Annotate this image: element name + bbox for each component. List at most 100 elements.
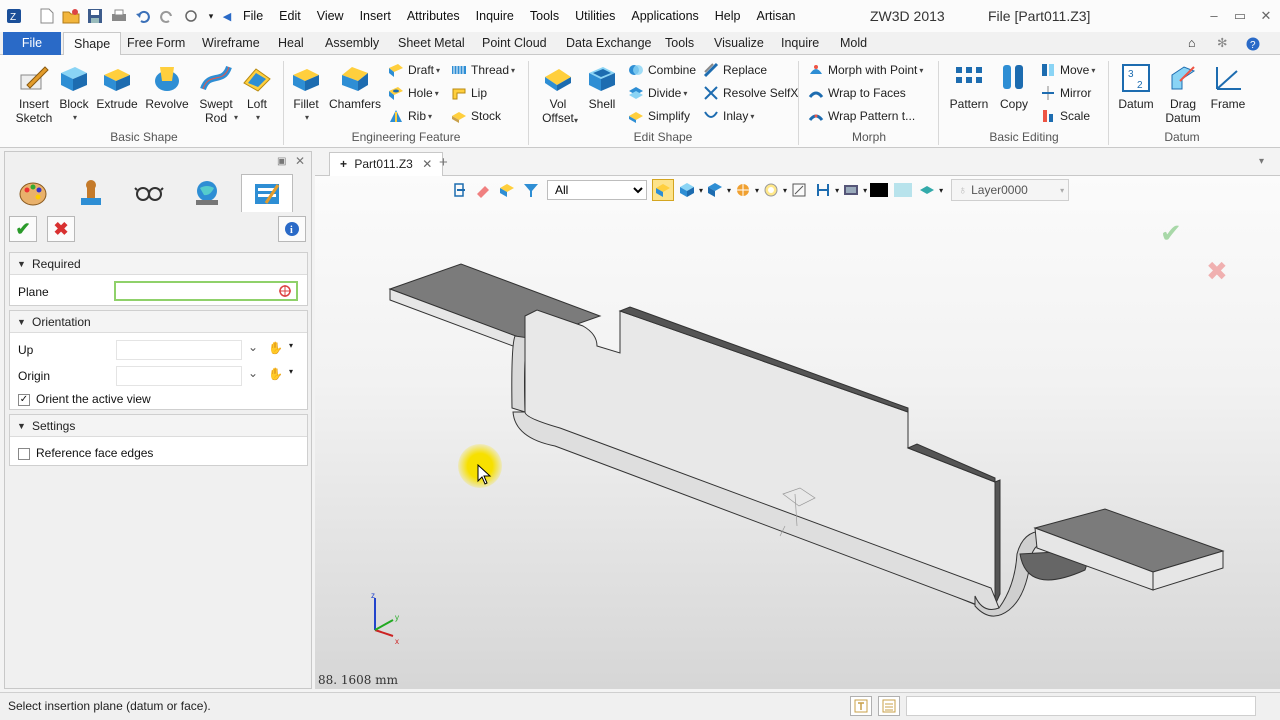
frame-button[interactable]: Frame [1208, 61, 1248, 111]
app-logo-icon[interactable]: Z [5, 7, 23, 25]
inlay-button[interactable]: Inlay ▾ [703, 106, 754, 126]
ok-button[interactable]: ✔ [9, 216, 37, 242]
tab-input-options[interactable] [241, 174, 293, 212]
cancel-button[interactable]: ✖ [47, 216, 75, 242]
tab-point-cloud[interactable]: Point Cloud [472, 32, 557, 55]
simplify-button[interactable]: Simplify [628, 106, 690, 126]
close-icon[interactable]: ✕ [1256, 8, 1276, 24]
menu-file[interactable]: File [235, 0, 271, 32]
replace-button[interactable]: Replace [703, 60, 767, 80]
tab-inquire[interactable]: Inquire [771, 32, 829, 55]
menu-insert[interactable]: Insert [352, 0, 399, 32]
reference-edges-row[interactable]: Reference face edges [18, 446, 153, 460]
pick-icon[interactable] [278, 284, 292, 301]
menu-tools[interactable]: Tools [522, 0, 567, 32]
drag-datum-button[interactable]: Drag Datum [1160, 61, 1206, 125]
style-icon[interactable]: ✻ [1207, 32, 1237, 55]
fillet-button[interactable]: Fillet ▾ [288, 61, 324, 125]
move-button[interactable]: Move ▾ [1040, 60, 1095, 80]
tab-shape[interactable]: Shape [63, 32, 122, 56]
help-icon[interactable]: ? [1236, 32, 1270, 55]
menu-help[interactable]: Help [707, 0, 749, 32]
settings-section-header[interactable]: ▼ Settings [10, 415, 307, 437]
up-input[interactable] [116, 340, 242, 360]
revolve-button[interactable]: Revolve [144, 61, 190, 111]
wrap-pattern-button[interactable]: Wrap Pattern t... [808, 106, 915, 126]
save-icon[interactable] [86, 7, 104, 25]
hole-button[interactable]: Hole ▾ [388, 83, 439, 103]
info-button[interactable]: i [278, 216, 306, 242]
tab-data-exchange[interactable]: Data Exchange [556, 32, 661, 55]
origin-options-chevron-icon[interactable]: ⌄ [248, 366, 258, 380]
rib-button[interactable]: Rib ▾ [388, 106, 432, 126]
lip-button[interactable]: Lip [451, 83, 487, 103]
tab-heal[interactable]: Heal [268, 32, 314, 55]
reference-edges-checkbox[interactable] [18, 447, 30, 460]
print-icon[interactable] [110, 7, 128, 25]
tab-wireframe[interactable]: Wireframe [192, 32, 270, 55]
tab-history[interactable] [65, 174, 117, 212]
morph-with-point-button[interactable]: Morph with Point ▾ [808, 60, 923, 80]
insert-sketch-button[interactable]: Insert Sketch [8, 61, 60, 125]
ribbon-minimize-icon[interactable]: ⌂ [1178, 32, 1206, 55]
new-file-icon[interactable] [38, 7, 56, 25]
status-filter-button[interactable] [850, 696, 872, 716]
tab-tools[interactable]: Tools [655, 32, 704, 55]
part-model[interactable] [315, 176, 1280, 689]
tab-assembly[interactable]: Assembly [315, 32, 389, 55]
new-tab-icon[interactable]: + [439, 154, 448, 171]
repeat-icon[interactable] [182, 7, 200, 25]
status-list-button[interactable] [878, 696, 900, 716]
orient-view-checkbox[interactable]: ✓ [18, 393, 30, 406]
plane-input[interactable] [114, 281, 298, 301]
menu-attributes[interactable]: Attributes [399, 0, 468, 32]
required-section-header[interactable]: ▼ Required [10, 253, 307, 275]
tab-palette[interactable] [7, 174, 59, 212]
menu-utilities[interactable]: Utilities [567, 0, 623, 32]
pattern-button[interactable]: Pattern [946, 61, 992, 111]
origin-dropdown-icon[interactable]: ▾ [289, 367, 293, 376]
draft-button[interactable]: Draft ▾ [388, 60, 440, 80]
block-button[interactable]: Block ▾ [56, 61, 92, 125]
maximize-icon[interactable]: ▭ [1230, 8, 1250, 24]
back-arrow-icon[interactable]: ◀ [222, 7, 232, 25]
open-file-icon[interactable] [62, 7, 80, 25]
menu-artisan[interactable]: Artisan [749, 0, 804, 32]
tab-free-form[interactable]: Free Form [117, 32, 195, 55]
wrap-to-faces-button[interactable]: Wrap to Faces [808, 83, 906, 103]
extrude-button[interactable]: Extrude [96, 61, 138, 111]
redo-icon[interactable] [158, 7, 176, 25]
mirror-button[interactable]: Mirror [1040, 83, 1091, 103]
copy-button[interactable]: Copy [996, 61, 1032, 111]
stock-button[interactable]: Stock [451, 106, 501, 126]
origin-input[interactable] [116, 366, 242, 386]
tab-list-icon[interactable]: ▾ [1259, 156, 1264, 167]
panel-pin-icon[interactable]: ▣ [277, 156, 286, 167]
up-pick-icon[interactable]: ✋ [268, 341, 283, 355]
up-options-chevron-icon[interactable]: ⌄ [248, 340, 258, 354]
command-input[interactable] [906, 696, 1256, 716]
tab-mold[interactable]: Mold [830, 32, 877, 55]
minimize-icon[interactable]: – [1204, 8, 1224, 24]
chamfers-button[interactable]: Chamfers [328, 61, 382, 111]
tab-view[interactable] [123, 174, 175, 212]
shell-button[interactable]: Shell [584, 61, 620, 111]
up-dropdown-icon[interactable]: ▾ [289, 341, 293, 350]
document-tab[interactable]: + Part011.Z3 ✕ [329, 152, 444, 176]
divide-button[interactable]: Divide ▾ [628, 83, 687, 103]
resolve-selfx-button[interactable]: Resolve SelfX [703, 83, 798, 103]
swept-rod-button[interactable]: Swept Rod ▾ [194, 61, 238, 125]
scale-button[interactable]: Scale [1040, 106, 1090, 126]
tab-file[interactable]: File [3, 32, 61, 55]
qat-dropdown-icon[interactable]: ▾ [206, 7, 216, 25]
combine-button[interactable]: Combine [628, 60, 696, 80]
menu-view[interactable]: View [309, 0, 352, 32]
tab-visualize[interactable]: Visualize [704, 32, 774, 55]
thread-button[interactable]: Thread ▾ [451, 60, 515, 80]
menu-inquire[interactable]: Inquire [468, 0, 522, 32]
orientation-section-header[interactable]: ▼ Orientation [10, 311, 307, 333]
menu-applications[interactable]: Applications [623, 0, 706, 32]
vol-offset-button[interactable]: Vol Offset ▾ [536, 61, 580, 125]
undo-icon[interactable] [134, 7, 152, 25]
tab-resources[interactable] [181, 174, 233, 212]
